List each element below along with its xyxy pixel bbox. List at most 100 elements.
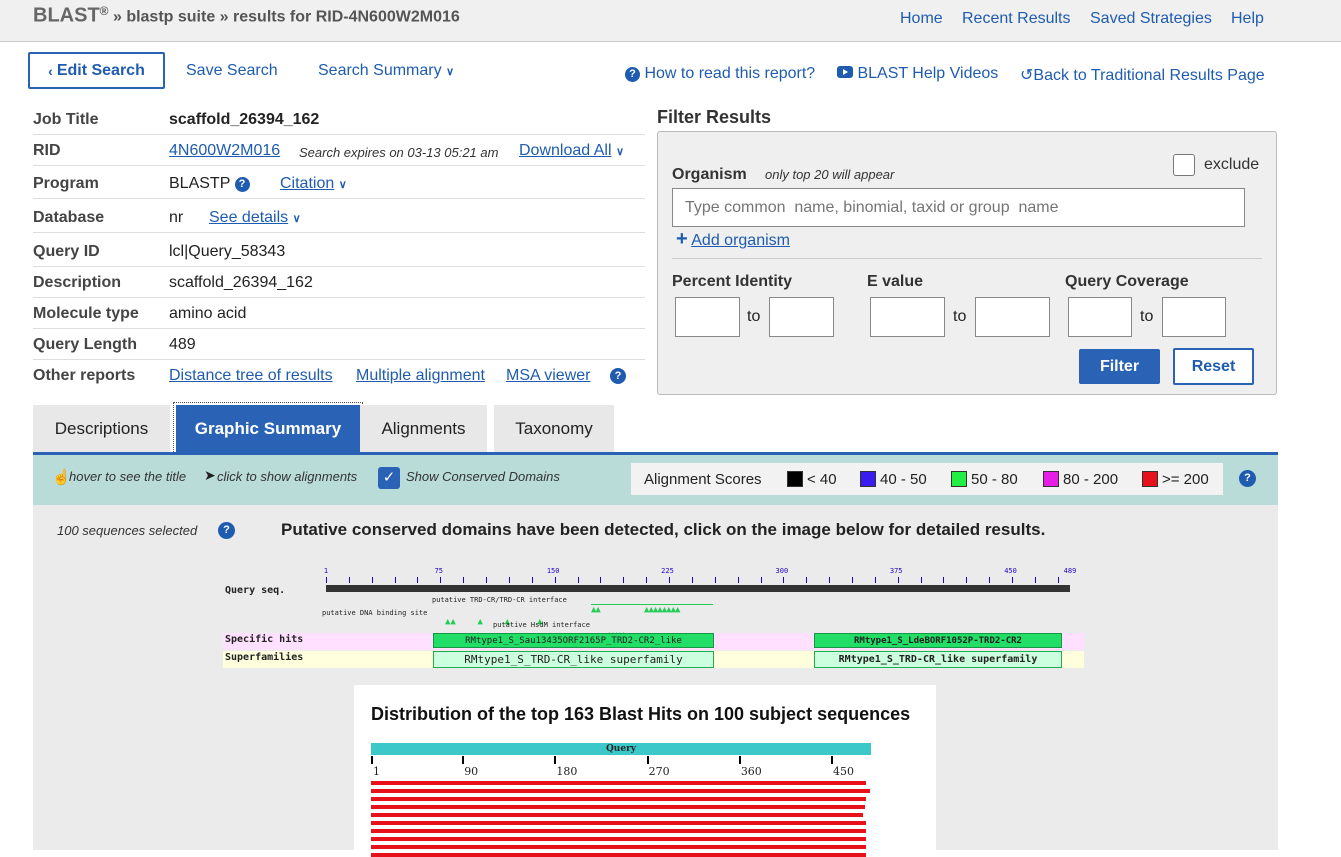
specific-hit-1[interactable]: RMtype1_S_Sau13435ORF2165P_TRD2-CR2_like — [433, 633, 714, 648]
query-id-value: lcl|Query_58343 — [169, 243, 286, 260]
superfamily-1[interactable]: RMtype1_S_TRD-CR_like superfamily — [433, 651, 714, 668]
download-all-dropdown[interactable]: Download All ∨ — [519, 142, 624, 160]
query-coverage-from[interactable] — [1068, 297, 1132, 337]
msa-viewer-link[interactable]: MSA viewer — [506, 367, 590, 385]
hit-line[interactable] — [371, 813, 863, 817]
breadcrumb-suite[interactable]: » blastp suite — [113, 8, 215, 25]
to-label: to — [953, 308, 967, 325]
tab-alignments[interactable]: Alignments — [360, 405, 487, 453]
distribution-tick-label: 90 — [464, 765, 479, 778]
distribution-tick — [646, 756, 649, 764]
nav-saved-strategies[interactable]: Saved Strategies — [1090, 10, 1212, 28]
search-summary-dropdown[interactable]: Search Summary ∨ — [318, 62, 454, 80]
nav-help[interactable]: Help — [1231, 10, 1264, 28]
filter-button[interactable]: Filter — [1079, 349, 1160, 384]
distribution-tick-label: 1 — [373, 765, 380, 778]
ruler-tick — [646, 577, 648, 583]
ruler-tick — [966, 577, 968, 583]
help-icon: ? — [625, 67, 640, 82]
tab-descriptions[interactable]: Descriptions — [33, 405, 170, 453]
filter-title: Filter Results — [657, 107, 772, 127]
tab-taxonomy[interactable]: Taxonomy — [494, 405, 614, 453]
ruler-tick — [737, 577, 739, 583]
chevron-left-icon: ‹ — [48, 62, 53, 79]
help-icon[interactable]: ? — [610, 367, 626, 385]
organism-label: Organism — [672, 166, 747, 183]
query-coverage-to[interactable] — [1162, 297, 1226, 337]
tab-graphic-summary[interactable]: Graphic Summary — [173, 402, 363, 456]
hit-line[interactable] — [371, 821, 866, 825]
help-icon[interactable]: ? — [1239, 469, 1256, 487]
organism-input[interactable] — [672, 188, 1245, 227]
hit-line[interactable] — [371, 853, 866, 857]
superfamily-2[interactable]: RMtype1_S_TRD-CR_like superfamily — [814, 651, 1062, 668]
query-seq-label: Query seq. — [225, 585, 286, 596]
how-to-read-link[interactable]: ? How to read this report? — [625, 65, 815, 83]
site-dna-track[interactable]: ▲▲ ▲ ▲ ▲ — [445, 609, 565, 627]
help-icon[interactable]: ? — [234, 177, 250, 192]
info-row-query-length: Query Length 489 — [33, 329, 645, 360]
ruler-tick — [623, 577, 625, 583]
nav-home[interactable]: Home — [900, 10, 943, 28]
help-videos-link[interactable]: BLAST Help Videos — [837, 65, 998, 83]
percent-identity-label: Percent Identity — [672, 273, 793, 290]
top-bar: BLAST® » blastp suite » results for RID-… — [0, 0, 1341, 42]
percent-identity-from[interactable] — [675, 297, 740, 337]
plus-icon: + — [676, 228, 688, 250]
sequences-selected: 100 sequences selected — [57, 523, 198, 538]
see-details-dropdown[interactable]: See details ∨ — [209, 209, 301, 227]
ruler-tick — [554, 577, 556, 583]
ruler-tick — [714, 577, 716, 583]
info-row-program: Program BLASTP ? Citation ∨ — [33, 168, 645, 199]
info-row-database: Database nr See details ∨ — [33, 202, 645, 233]
nav-recent-results[interactable]: Recent Results — [962, 10, 1071, 28]
edit-search-button[interactable]: ‹ Edit Search — [28, 52, 165, 89]
description-value: scaffold_26394_162 — [169, 274, 313, 291]
ruler-tick — [783, 577, 785, 583]
multiple-alignment-link[interactable]: Multiple alignment — [356, 367, 485, 385]
distribution-title: Distribution of the top 163 Blast Hits o… — [371, 704, 911, 724]
ruler-tick-label: 450 — [1004, 567, 1017, 575]
add-organism-link[interactable]: + Add organism — [676, 228, 790, 251]
site-trd-label: putative TRD-CR/TRD-CR interface — [432, 596, 567, 604]
evalue-to[interactable] — [975, 297, 1050, 337]
exclude-checkbox[interactable] — [1173, 154, 1195, 176]
save-search-link[interactable]: Save Search — [186, 62, 278, 80]
citation-dropdown[interactable]: Citation ∨ — [280, 175, 347, 193]
cursor-icon: ➤ — [204, 467, 216, 483]
hit-line[interactable] — [371, 805, 865, 809]
hit-line[interactable] — [371, 829, 866, 833]
hit-line[interactable] — [371, 845, 866, 849]
ruler-tick — [1057, 577, 1059, 583]
hit-line[interactable] — [371, 789, 870, 793]
expires-note: Search expires on 03-13 05:21 am — [299, 145, 499, 160]
distance-tree-link[interactable]: Distance tree of results — [169, 367, 333, 385]
info-row-other-reports: Other reports Distance tree of results M… — [33, 360, 645, 391]
evalue-from[interactable] — [870, 297, 945, 337]
ruler-tick-label: 375 — [889, 567, 903, 575]
ruler-tick — [577, 577, 579, 583]
cdd-graphic[interactable]: Query seq. 1 75 150 225 300 375 450 489 putativ… — [223, 567, 1088, 668]
distribution-tick — [738, 756, 741, 764]
site-hsdm-track[interactable]: ▲▲▲▲▲ — [607, 622, 637, 640]
score-item: >= 200 — [1142, 471, 1209, 488]
blast-logo[interactable]: BLAST — [33, 4, 100, 26]
chevron-down-icon: ∨ — [338, 179, 347, 191]
specific-hits-label: Specific hits — [225, 634, 304, 645]
back-traditional-link[interactable]: ↺Back to Traditional Results Page — [1020, 65, 1265, 85]
hit-line[interactable] — [371, 797, 866, 801]
ruler-tick — [989, 577, 991, 583]
show-cdd-checkbox[interactable]: ✓ — [378, 467, 400, 489]
rid-link[interactable]: 4N600W2M016 — [169, 142, 280, 160]
exclude-label: exclude — [1204, 156, 1260, 173]
percent-identity-to[interactable] — [769, 297, 834, 337]
info-row-description: Description scaffold_26394_162 — [33, 267, 645, 298]
reset-button[interactable]: Reset — [1173, 348, 1254, 385]
hit-line[interactable] — [371, 781, 866, 785]
site-trd-track[interactable]: ▲▲ ▲▲▲▲▲▲▲▲ — [591, 597, 713, 615]
info-row-molecule: Molecule type amino acid — [33, 298, 645, 329]
hit-line[interactable] — [371, 837, 866, 841]
specific-hit-2[interactable]: RMtype1_S_LdeBORF1052P-TRD2-CR2 — [814, 633, 1062, 648]
help-icon[interactable]: ? — [218, 521, 235, 539]
ruler-tick-label: 75 — [434, 567, 444, 575]
